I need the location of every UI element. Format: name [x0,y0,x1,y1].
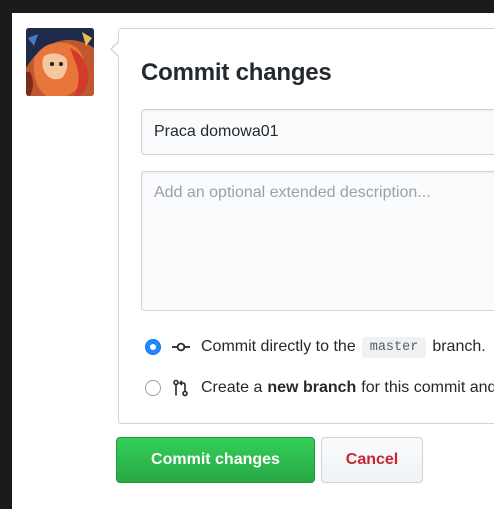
git-pull-request-icon [173,379,188,397]
branch-name-badge: master [361,336,427,358]
new-branch-text-before: Create a [201,379,263,396]
commit-direct-option[interactable]: Commit directly to the master branch. [145,335,486,359]
commit-page: Commit changes Praca domowa01 Add an opt… [12,13,494,509]
page-title: Commit changes [141,59,332,86]
commit-direct-text: Commit directly to the [201,338,356,355]
new-branch-option[interactable]: Create a new branch for this commit and … [145,376,494,400]
new-branch-text-bold: new branch [267,379,357,396]
commit-direct-radio[interactable] [145,339,161,355]
commit-form: Commit changes Praca domowa01 Add an opt… [110,28,494,424]
commit-summary-input[interactable]: Praca domowa01 [141,109,494,155]
new-branch-radio[interactable] [145,380,161,396]
cancel-button[interactable]: Cancel [321,437,423,483]
git-commit-icon [172,342,190,352]
user-avatar-icon[interactable] [26,28,94,96]
new-branch-text-after: for this commit and start a pull request… [361,379,494,396]
commit-description-textarea[interactable]: Add an optional extended description... [141,171,494,311]
commit-changes-button[interactable]: Commit changes [116,437,315,483]
commit-direct-trailing: branch. [432,338,486,355]
